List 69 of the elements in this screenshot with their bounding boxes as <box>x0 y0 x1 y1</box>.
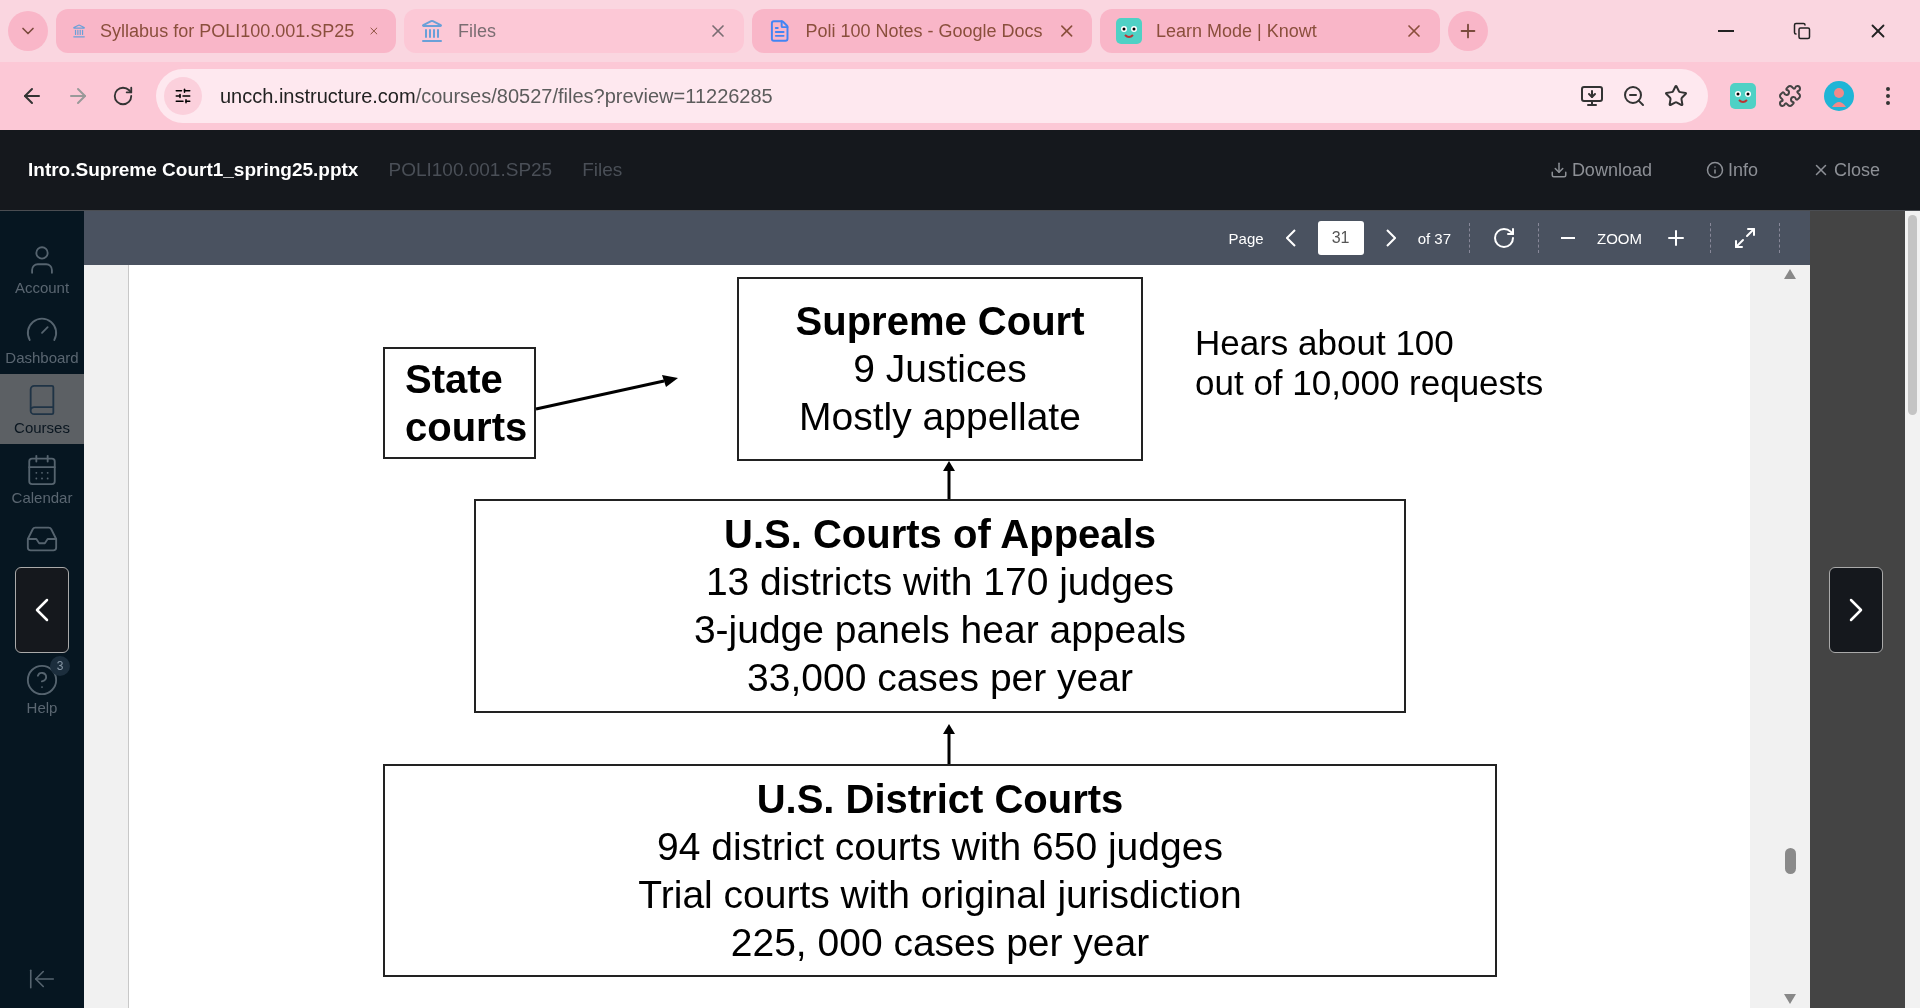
chevron-left-icon <box>1285 229 1296 247</box>
box-text: 3-judge panels hear appeals <box>693 607 1187 653</box>
sliders-icon <box>174 87 192 105</box>
help-icon <box>25 662 59 697</box>
box-text: 94 district courts with 650 judges <box>657 823 1223 870</box>
chevron-right-icon <box>1385 229 1396 247</box>
scrollbar-thumb[interactable] <box>1784 848 1796 874</box>
download-icon <box>1549 161 1568 179</box>
box-text: 225, 000 cases per year <box>730 919 1150 966</box>
nav-item[interactable]: Calendar <box>0 444 84 514</box>
monster-face-icon <box>1730 83 1756 109</box>
box-text: Trial courts with original jurisdiction <box>638 871 1242 918</box>
tab-title: Learn Mode | Knowt <box>1156 20 1318 42</box>
nav-item[interactable]: Help 3 <box>0 654 84 724</box>
url-text: uncch.instructure.com/courses/80527/files?preview=11226285 <box>220 84 774 108</box>
next-slide-button[interactable] <box>1829 567 1883 653</box>
browser-tab[interactable]: Poli 100 Notes - Google Docs <box>752 9 1092 53</box>
info-icon <box>1705 161 1724 179</box>
box-text: 33,000 cases per year <box>747 655 1133 701</box>
extensions-icon[interactable] <box>1778 84 1802 108</box>
bookmark-star-icon[interactable] <box>1664 84 1688 108</box>
rotate-icon <box>1492 226 1516 250</box>
viewer-action-button[interactable]: Info <box>1693 159 1770 181</box>
arrow <box>943 724 955 764</box>
reload-icon[interactable] <box>112 85 134 107</box>
box-title: U.S. Courts of Appeals <box>724 511 1156 558</box>
monster-face-icon <box>1116 18 1142 44</box>
restore-icon <box>1793 22 1811 40</box>
viewer-action-button[interactable]: Close <box>1799 159 1892 181</box>
browser-tab[interactable]: Learn Mode | Knowt <box>1100 9 1440 53</box>
box-text: 9 Justices <box>853 346 1027 392</box>
expand-icon <box>1733 226 1757 250</box>
browser-tab[interactable]: Files <box>404 9 744 53</box>
page-count: of 37 <box>1417 229 1451 247</box>
site-settings-button[interactable] <box>164 77 202 115</box>
file-name: Intro.Supreme Court1_spring25.pptx <box>28 159 359 181</box>
slide-note: Hears about 100 out of 10,000 requests <box>1195 323 1544 403</box>
zoom-label: ZOOM <box>1597 229 1642 247</box>
box-text: 13 districts with 170 judges <box>705 559 1175 605</box>
viewer-action-button[interactable]: Download <box>1537 159 1664 181</box>
scrollbar[interactable] <box>1770 265 1810 1008</box>
page-number-field[interactable]: 31 <box>1317 221 1364 255</box>
zoom-out-icon[interactable] <box>1622 84 1646 108</box>
box-text: Mostly appellate <box>799 394 1081 440</box>
minus-icon <box>1718 30 1734 32</box>
scroll-down-icon <box>1784 994 1796 1004</box>
minus-icon <box>1561 237 1575 239</box>
address-bar[interactable]: uncch.instructure.com/courses/80527/files?preview=11226285 <box>156 69 1708 123</box>
tab-title: Poli 100 Notes - Google Docs <box>805 20 1043 42</box>
arrow <box>943 461 955 499</box>
tab-title: Files <box>458 20 497 42</box>
box-title: State courts <box>405 356 525 451</box>
tab-title: Syllabus for POLI100.001.SP25 <box>100 20 355 42</box>
nav-item[interactable]: Dashboard <box>0 304 84 374</box>
install-icon[interactable] <box>1580 84 1604 108</box>
scrollbar-thumb[interactable] <box>1908 215 1917 415</box>
previous-slide-button[interactable] <box>15 567 69 653</box>
building-icon <box>420 19 444 43</box>
browser-tab[interactable]: Syllabus for POLI100.001.SP25 <box>56 9 396 53</box>
page-label: Page <box>1228 229 1264 247</box>
page-scrollbar[interactable] <box>1905 211 1920 1008</box>
box-title: U.S. District Courts <box>756 775 1124 823</box>
nav-item[interactable]: Courses <box>0 374 84 444</box>
nav-item[interactable]: Account <box>0 234 84 304</box>
count-badge: 3 <box>50 656 70 676</box>
calendar-icon <box>25 452 59 487</box>
box-title: Supreme Court <box>795 298 1085 345</box>
new-tab-button[interactable] <box>1448 11 1488 51</box>
scroll-up-icon <box>1784 269 1796 279</box>
